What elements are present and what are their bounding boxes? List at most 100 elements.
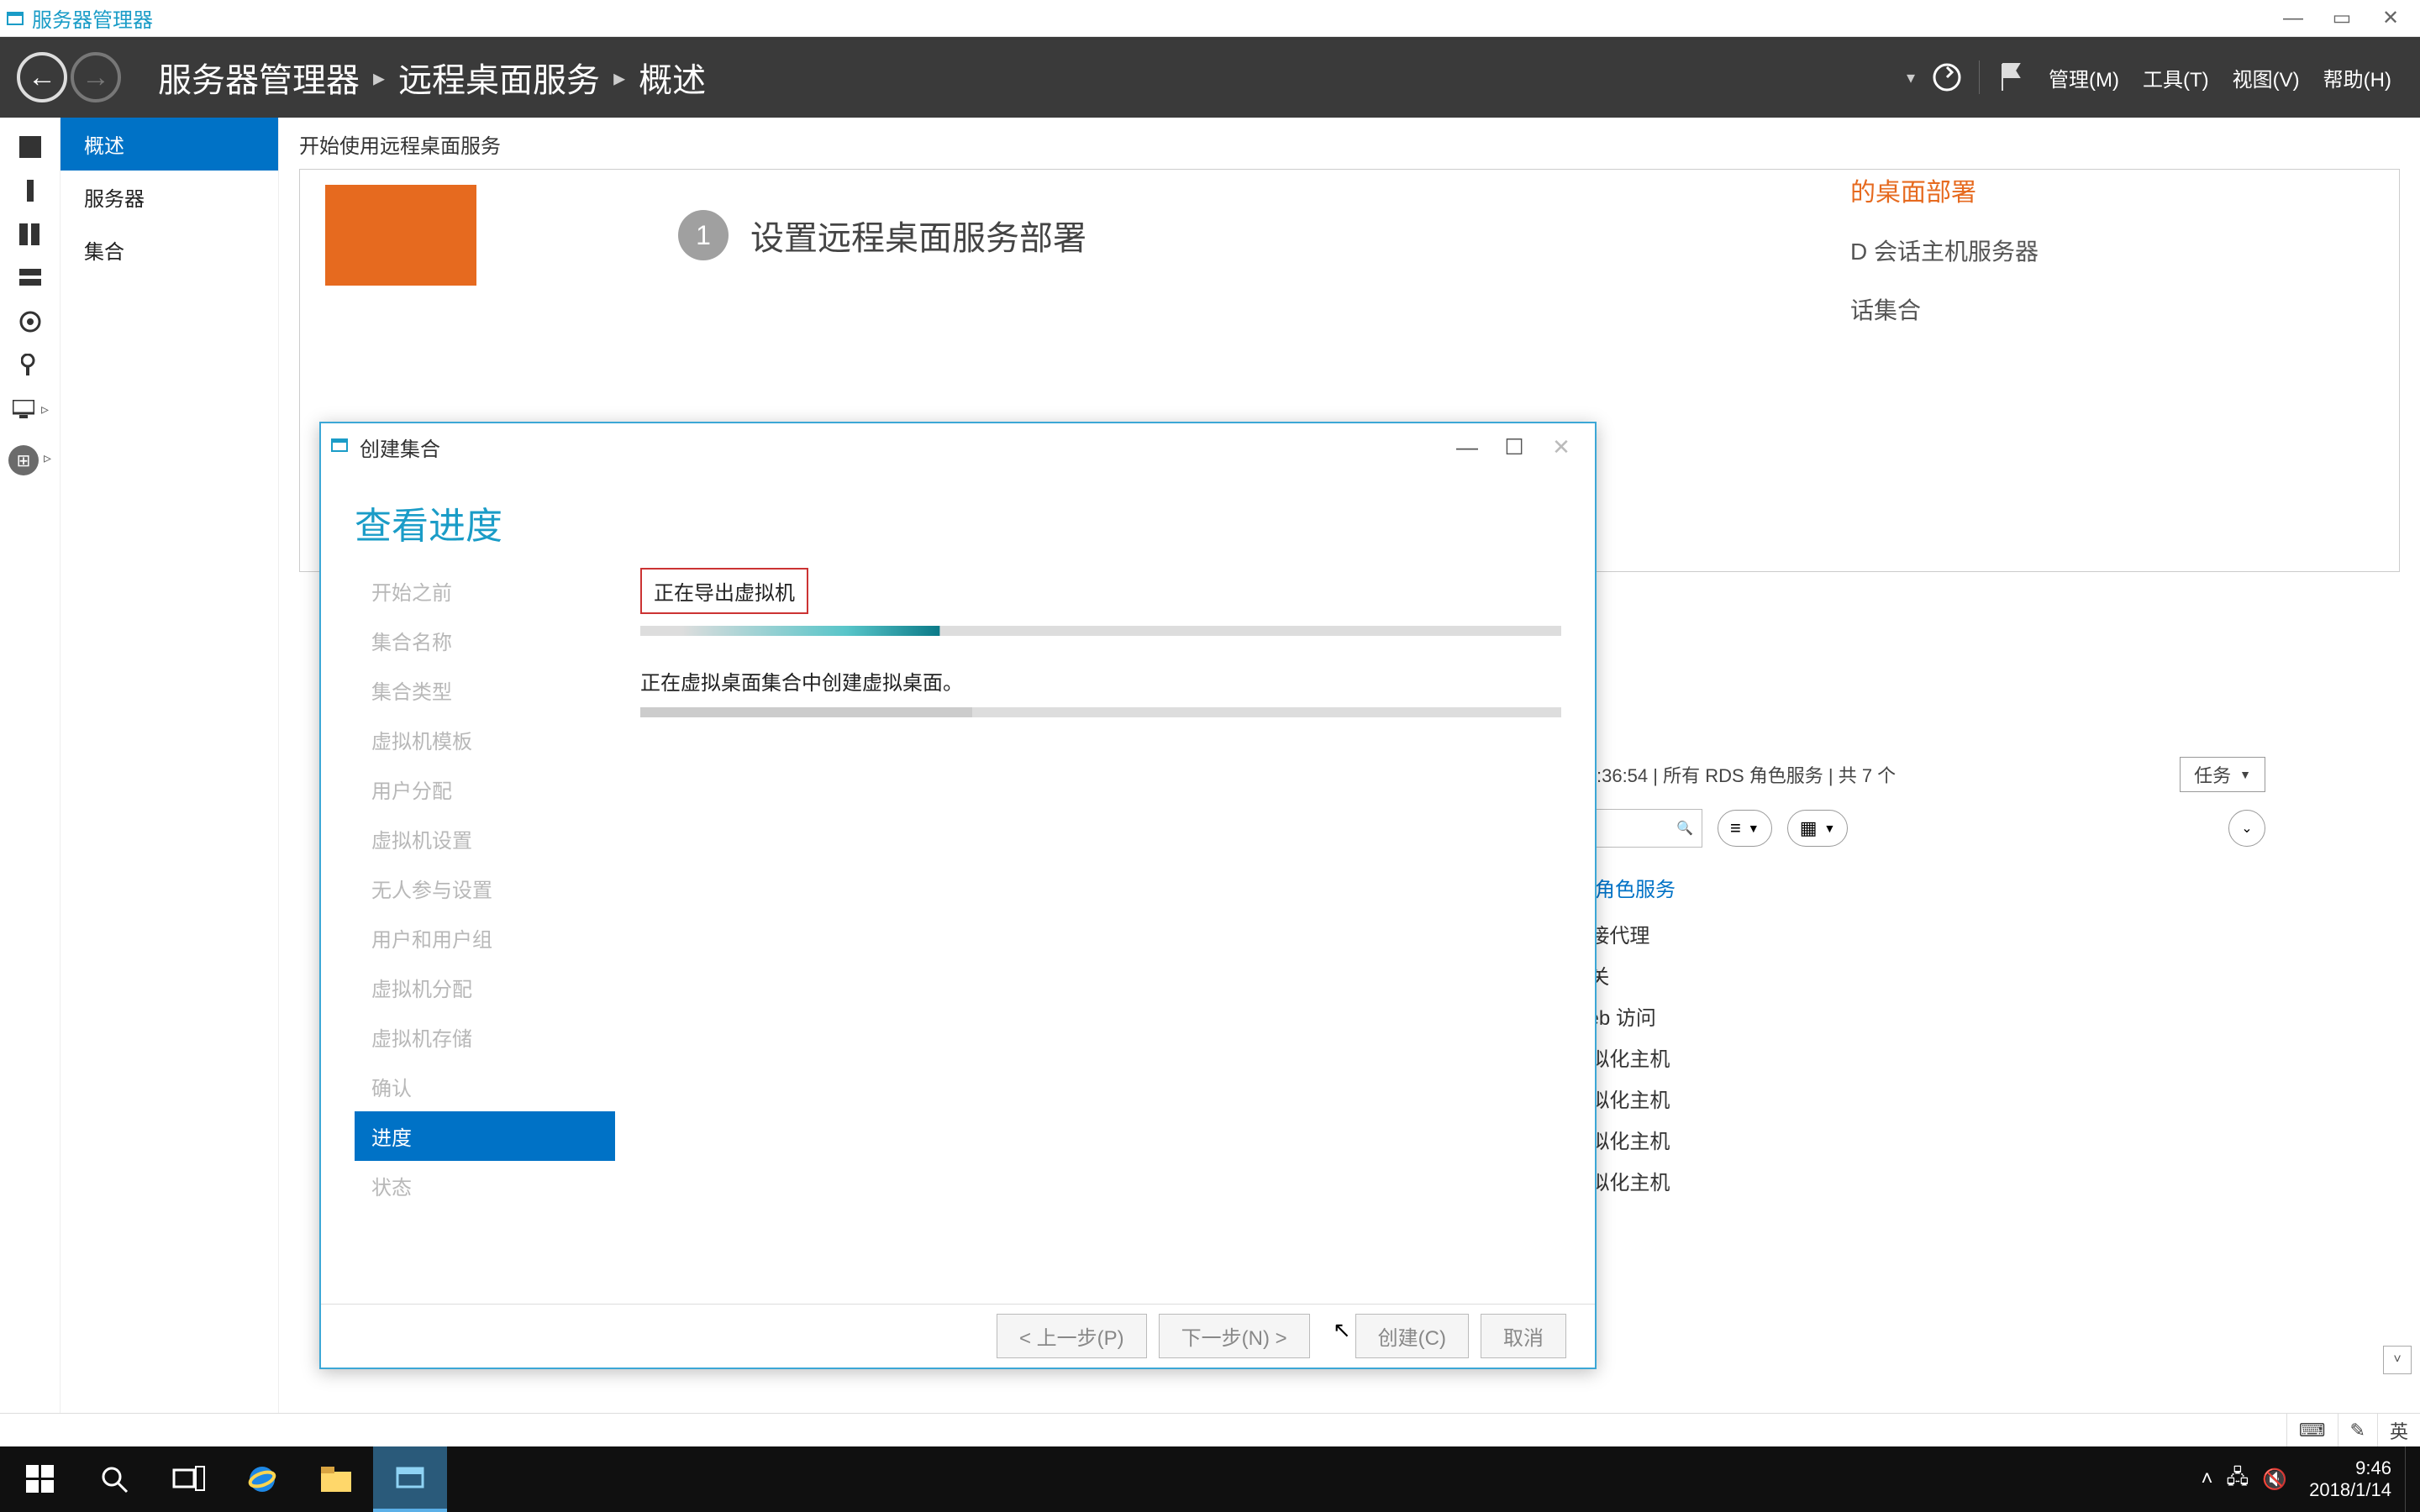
wizard-step: 虚拟机模板 [355,715,615,764]
menu-manage[interactable]: 管理(M) [2049,63,2119,92]
breadcrumb-root[interactable]: 服务器管理器 [158,53,360,102]
search-button[interactable] [77,1446,151,1512]
nav-back-button[interactable]: ← [17,52,67,102]
volume-icon[interactable]: 🔇 [2262,1467,2287,1492]
search-icon: 🔍 [1676,820,1693,837]
wizard-step: 虚拟机分配 [355,963,615,1012]
header-bar: ← → 服务器管理器 ▸ 远程桌面服务 ▸ 概述 ▾ 管理(M) 工具(T) 视… [0,37,2420,118]
progress-bar-1 [640,626,1561,636]
nav-forward-button: → [71,52,121,102]
chevron-right-icon: ▸ [373,64,385,92]
expand-caret-icon[interactable]: ▹ [44,449,51,467]
wizard-content: 正在导出虚拟机 正在虚拟桌面集合中创建虚拟桌面。 [640,566,1561,1304]
side-link-1[interactable]: 的桌面部署 [1850,171,2039,208]
cancel-button[interactable]: 取消 [1481,1314,1566,1358]
side-link-3[interactable]: 话集合 [1850,292,2039,326]
role-item[interactable]: RD 连接代理 [1534,919,2265,948]
breadcrumb: 服务器管理器 ▸ 远程桌面服务 ▸ 概述 [158,53,706,102]
all-servers-icon[interactable] [18,222,43,247]
tray-overflow-button[interactable]: ˄ [2201,1467,2212,1491]
menu-view[interactable]: 视图(V) [2233,63,2300,92]
wizard-step: 用户和用户组 [355,913,615,963]
file-services-icon[interactable] [18,265,43,291]
window-minimize-button[interactable]: — [2269,0,2317,37]
breadcrumb-section[interactable]: 远程桌面服务 [398,53,600,102]
wizard-steps: 开始之前 集合名称 集合类型 虚拟机模板 用户分配 虚拟机设置 无人参与设置 用… [355,566,615,1304]
refresh-icon[interactable] [1927,57,1967,97]
divider [1979,60,1980,94]
local-server-icon[interactable] [18,178,43,203]
arrow-left-icon: ← [28,61,56,94]
dropdown-caret-icon[interactable]: ▾ [1907,67,1915,88]
show-desktop-button[interactable] [2405,1446,2417,1512]
dialog-icon [331,437,351,457]
dialog-maximize-button[interactable]: ☐ [1491,430,1538,464]
nap-icon[interactable] [18,353,43,378]
app-icon [5,8,25,29]
role-item[interactable]: RD 虚拟化主机 [1534,1166,2265,1195]
caret-down-icon: ▼ [1824,822,1836,835]
ime-bar: ⌨ ✎ 英 [0,1413,2420,1446]
wizard-step: 确认 [355,1062,615,1111]
dialog-minimize-button[interactable]: — [1444,430,1491,464]
tasks-label: 任务 [2194,761,2231,788]
nav-overview[interactable]: 概述 [60,118,278,171]
tasks-dropdown[interactable]: 任务 ▼ [2180,757,2265,792]
roles-list: RD 连接代理 RD 网关 RD Web 访问 RD 虚拟化主机 RD 虚拟化主… [1534,919,2265,1195]
ime-keyboard-icon[interactable]: ⌨ [2286,1414,2338,1446]
rds-tile-icon[interactable]: ⊞ [8,445,39,475]
hyper-v-icon[interactable] [11,396,36,422]
progress-subtext: 正在虚拟桌面集合中创建虚拟桌面。 [640,666,1561,696]
arrow-right-icon: → [82,61,110,94]
ie-button[interactable] [225,1446,299,1512]
ime-language[interactable]: 英 [2377,1414,2420,1446]
expand-caret-icon[interactable]: ▹ [41,401,49,418]
step-number-badge: 1 [678,210,729,260]
clock[interactable]: 9:46 2018/1/14 [2309,1457,2391,1502]
role-item[interactable]: RD 虚拟化主机 [1534,1125,2265,1154]
role-item[interactable]: RD 虚拟化主机 [1534,1084,2265,1113]
expand-button[interactable]: ⌄ [2228,810,2265,847]
chevron-right-icon: ▸ [613,64,625,92]
explorer-button[interactable] [299,1446,373,1512]
progress-bar-2 [640,707,1561,717]
status-box: 正在导出虚拟机 [640,568,808,614]
filter-button[interactable]: ≡▼ [1718,810,1772,847]
wizard-step: 状态 [355,1161,615,1210]
wizard-step: 虚拟机存储 [355,1012,615,1062]
breadcrumb-page[interactable]: 概述 [639,53,706,102]
caret-down-icon: ▼ [1748,822,1760,835]
chevron-down-icon: ⌄ [2241,820,2252,837]
dashboard-icon[interactable] [18,134,43,160]
ime-pen-icon[interactable]: ✎ [2338,1414,2377,1446]
prev-button: < 上一步(P) [997,1314,1147,1358]
taskbar: ˄ 🖧 🔇 9:46 2018/1/14 [0,1446,2420,1512]
nav-collections[interactable]: 集合 [60,223,278,276]
quickstart-tile-icon[interactable] [325,185,476,286]
window-close-button[interactable]: ✕ [2366,0,2415,37]
wizard-step: 无人参与设置 [355,864,615,913]
role-item[interactable]: RD 网关 [1534,960,2265,990]
server-manager-taskbar-button[interactable] [373,1446,447,1512]
window-maximize-button[interactable]: ▭ [2317,0,2366,37]
nav-servers[interactable]: 服务器 [60,171,278,223]
network-icon[interactable]: 🖧 [2226,1462,2249,1497]
window-title: 服务器管理器 [32,3,153,33]
create-collection-dialog: 创建集合 — ☐ ✕ 查看进度 开始之前 集合名称 集合类型 虚拟机模板 用户分… [319,422,1597,1369]
clock-time: 9:46 [2355,1457,2391,1479]
save-filter-button[interactable]: ▦▼ [1787,810,1849,847]
taskview-button[interactable] [151,1446,225,1512]
flag-icon[interactable] [1991,57,2032,97]
dialog-close-button: ✕ [1538,430,1585,464]
roles-header[interactable]: 安装的角色服务 [1534,873,2265,902]
menu-help[interactable]: 帮助(H) [2323,63,2391,92]
role-item[interactable]: RD Web 访问 [1534,1001,2265,1031]
wizard-step: 开始之前 [355,566,615,616]
role-item[interactable]: RD 虚拟化主机 [1534,1042,2265,1072]
side-link-2[interactable]: D 会话主机服务器 [1850,234,2039,267]
iis-icon[interactable] [18,309,43,334]
menu-tools[interactable]: 工具(T) [2143,63,2209,92]
scroll-down-button[interactable]: ˅ [2383,1346,2412,1374]
section-title: 开始使用远程桌面服务 [299,129,2400,159]
start-button[interactable] [3,1446,77,1512]
